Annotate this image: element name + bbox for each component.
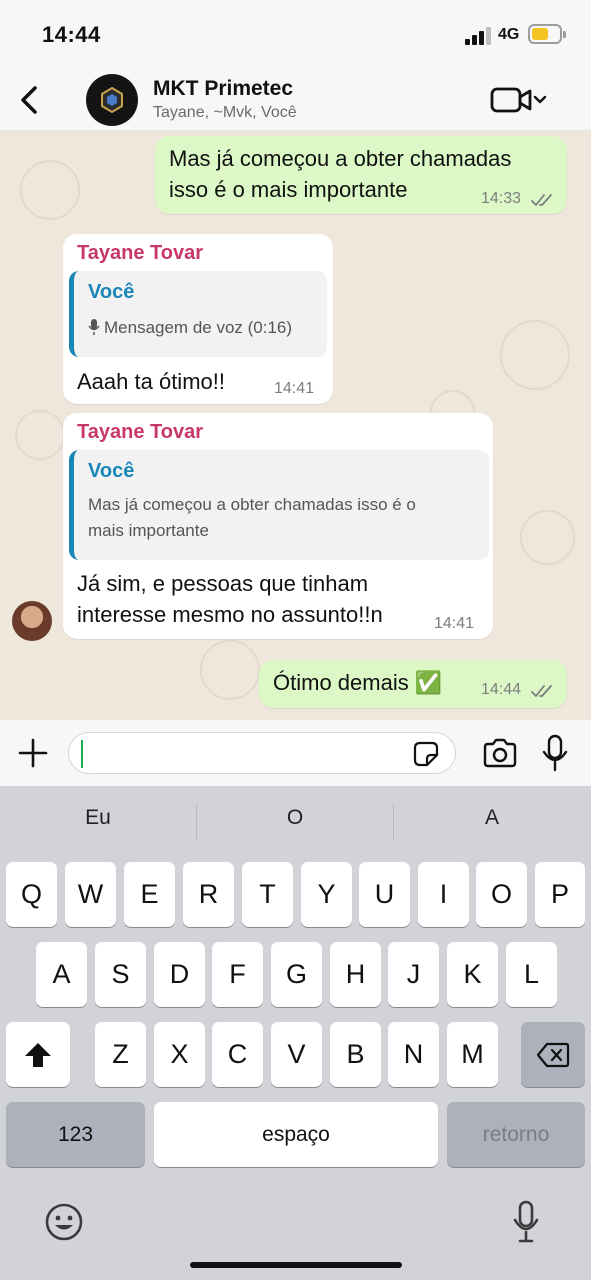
backspace-key[interactable] <box>521 1022 585 1087</box>
key-g[interactable]: G <box>271 942 322 1007</box>
wallpaper-doodle <box>520 510 575 565</box>
suggestion[interactable]: O <box>197 806 393 830</box>
key-j[interactable]: J <box>388 942 439 1007</box>
quote-text: Mas já começou a obter chamadas isso é o <box>88 495 416 514</box>
sticker-icon[interactable] <box>412 740 440 768</box>
key-c[interactable]: C <box>212 1022 263 1087</box>
message-time: 14:41 <box>274 380 315 397</box>
return-key[interactable]: retorno <box>447 1102 585 1167</box>
message-time: 14:44 <box>481 681 522 698</box>
network-label: 4G <box>498 26 520 43</box>
key-i[interactable]: I <box>418 862 469 927</box>
plus-icon[interactable] <box>18 738 48 768</box>
suggestion[interactable]: Eu <box>0 806 196 830</box>
sender-name: Tayane Tovar <box>77 242 203 264</box>
key-k[interactable]: K <box>447 942 498 1007</box>
key-y[interactable]: Y <box>301 862 352 927</box>
mic-icon[interactable] <box>542 734 568 772</box>
double-check-icon <box>531 194 552 206</box>
key-s[interactable]: S <box>95 942 146 1007</box>
key-h[interactable]: H <box>330 942 381 1007</box>
status-bar: 14:44 4G <box>0 0 591 68</box>
camera-icon[interactable] <box>482 738 518 768</box>
numbers-key[interactable]: 123 <box>6 1102 145 1167</box>
message-bubble-outgoing[interactable]: Mas já começou a obter chamadas isso é o… <box>155 136 567 214</box>
message-text: Ótimo demais ✅ <box>273 670 443 695</box>
message-text: Mas já começou a obter chamadas <box>169 146 512 171</box>
message-bubble-incoming[interactable]: Tayane Tovar Você Mensagem de voz (0:16)… <box>63 234 333 404</box>
key-b[interactable]: B <box>330 1022 381 1087</box>
keyboard: Eu O A Q W E R T Y U I O P A S D F G H J… <box>0 786 591 1280</box>
quote-text: mais importante <box>88 521 209 540</box>
key-x[interactable]: X <box>154 1022 205 1087</box>
key-m[interactable]: M <box>447 1022 498 1087</box>
home-indicator[interactable] <box>190 1262 402 1268</box>
sender-avatar[interactable] <box>12 601 52 641</box>
key-e[interactable]: E <box>124 862 175 927</box>
chat-messages[interactable]: Mas já começou a obter chamadas isso é o… <box>0 130 591 720</box>
sender-name: Tayane Tovar <box>77 421 203 443</box>
wallpaper-doodle <box>500 320 570 390</box>
key-a[interactable]: A <box>36 942 87 1007</box>
key-t[interactable]: T <box>242 862 293 927</box>
key-p[interactable]: P <box>535 862 585 927</box>
quoted-message[interactable]: Você Mas já começou a obter chamadas iss… <box>69 450 489 560</box>
key-f[interactable]: F <box>212 942 263 1007</box>
wallpaper-doodle <box>200 640 260 700</box>
video-call-icon[interactable] <box>488 84 548 116</box>
key-q[interactable]: Q <box>6 862 57 927</box>
dictation-mic-icon[interactable] <box>512 1200 540 1244</box>
double-check-icon <box>531 685 552 697</box>
message-time: 14:41 <box>434 615 475 632</box>
emoji-icon[interactable] <box>44 1202 84 1242</box>
key-v[interactable]: V <box>271 1022 322 1087</box>
key-n[interactable]: N <box>388 1022 439 1087</box>
shift-icon <box>25 1042 51 1067</box>
signal-icon <box>465 27 493 45</box>
chevron-down-icon <box>533 95 547 104</box>
mic-icon <box>88 319 100 335</box>
key-u[interactable]: U <box>359 862 410 927</box>
key-r[interactable]: R <box>183 862 234 927</box>
status-time: 14:44 <box>42 22 101 47</box>
message-text: Já sim, e pessoas que tinham <box>77 571 369 596</box>
message-text: Aaah ta ótimo!! <box>77 369 225 394</box>
text-cursor <box>81 740 83 768</box>
composer-bar <box>0 720 591 786</box>
quote-author: Você <box>88 460 135 482</box>
message-bubble-incoming[interactable]: Tayane Tovar Você Mas já começou a obter… <box>63 413 493 639</box>
message-bubble-outgoing[interactable]: Ótimo demais ✅ 14:44 <box>259 660 567 708</box>
suggestion[interactable]: A <box>394 806 590 830</box>
shift-key[interactable] <box>6 1022 70 1087</box>
key-z[interactable]: Z <box>95 1022 146 1087</box>
quote-text: Mensagem de voz (0:16) <box>104 318 293 337</box>
chat-header: MKT Primetec Tayane, ~Mvk, Você <box>0 68 591 130</box>
message-input[interactable] <box>68 732 456 774</box>
wallpaper-doodle <box>20 160 80 220</box>
wallpaper-doodle <box>15 410 65 460</box>
key-w[interactable]: W <box>65 862 116 927</box>
message-text: isso é o mais importante <box>169 177 408 202</box>
message-text: interesse mesmo no assunto!!n <box>77 602 383 627</box>
quote-author: Você <box>88 281 135 303</box>
key-o[interactable]: O <box>476 862 527 927</box>
chat-participants[interactable]: Tayane, ~Mvk, Você <box>153 104 297 122</box>
quoted-message[interactable]: Você Mensagem de voz (0:16) <box>69 271 327 357</box>
battery-icon <box>528 24 566 44</box>
backspace-icon <box>536 1042 570 1067</box>
key-l[interactable]: L <box>506 942 557 1007</box>
message-time: 14:33 <box>481 190 522 207</box>
back-chevron-icon[interactable] <box>14 80 46 120</box>
space-key[interactable]: espaço <box>154 1102 438 1167</box>
chat-title[interactable]: MKT Primetec <box>153 77 293 101</box>
group-avatar[interactable] <box>86 74 138 126</box>
key-d[interactable]: D <box>154 942 205 1007</box>
